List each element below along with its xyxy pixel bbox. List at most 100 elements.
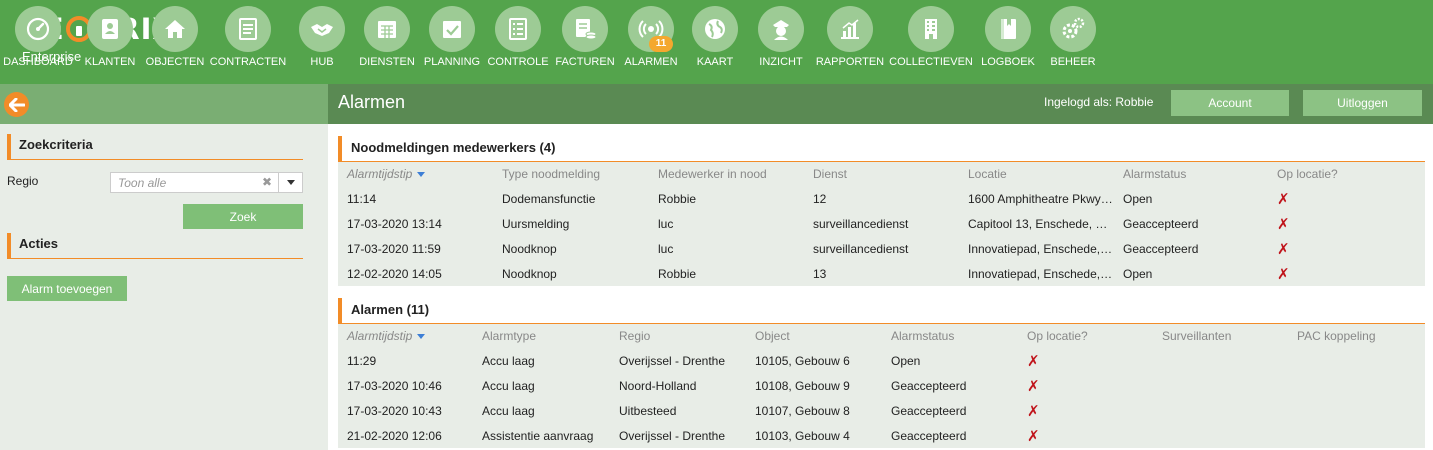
nav-item-controle[interactable]: CONTROLE — [487, 0, 549, 84]
table-cell: 10105, Gebouw 6 — [755, 353, 850, 368]
nav-item-kaart[interactable]: KAART — [685, 0, 745, 84]
nav-item-contracten[interactable]: CONTRACTEN — [210, 0, 286, 84]
gauge-icon — [15, 6, 61, 52]
nav-item-label: DIENSTEN — [359, 56, 415, 68]
back-button[interactable] — [4, 92, 29, 117]
table-row[interactable]: 21-02-2020 12:06 Assistentie aanvraag Over… — [338, 423, 1425, 448]
column-header[interactable]: Op locatie? — [1268, 162, 1425, 186]
column-header-sortable[interactable]: Alarmtijdstip — [338, 324, 473, 348]
table-cell: Robbie — [658, 266, 697, 281]
globe-icon — [692, 6, 738, 52]
not-on-location-icon: ✗ — [1027, 427, 1040, 445]
nav-item-klanten[interactable]: KLANTEN — [80, 0, 140, 84]
not-on-location-icon: ✗ — [1027, 377, 1040, 395]
checklist-icon — [495, 6, 541, 52]
sidebar: Zoekcriteria Regio Toon alle ✖ Zoek Acti… — [0, 84, 328, 450]
nav-item-logboek[interactable]: LOGBOEK — [978, 0, 1038, 84]
column-header[interactable]: Type noodmelding — [493, 162, 649, 186]
column-header[interactable]: PAC koppeling — [1288, 324, 1425, 348]
nav-item-label: FACTUREN — [555, 56, 615, 68]
table-row[interactable]: 17-03-2020 11:59 Noodknop luc surveillanced… — [338, 236, 1425, 261]
table-cell: Accu laag — [482, 378, 535, 393]
table-cell: Geaccepteerd — [1123, 216, 1199, 231]
not-on-location-icon: ✗ — [1277, 190, 1290, 208]
table-row[interactable]: 17-03-2020 13:14 Uursmelding luc surveillan… — [338, 211, 1425, 236]
nav-item-objecten[interactable]: OBJECTEN — [145, 0, 205, 84]
column-header[interactable]: Regio — [610, 324, 746, 348]
nav-item-label: KAART — [696, 56, 734, 68]
clear-icon[interactable]: ✖ — [262, 175, 272, 189]
column-header[interactable]: Object — [746, 324, 882, 348]
table-cell: Innovatiepad, Enschede,… — [968, 241, 1113, 256]
table-cell — [1153, 373, 1288, 398]
search-criteria-title: Zoekcriteria — [7, 134, 303, 160]
table-cell: Overijssel - Drenthe — [619, 428, 726, 443]
table-row[interactable]: 17-03-2020 10:46 Accu laag Noord-Holland 10… — [338, 373, 1425, 398]
column-header-sortable[interactable]: Alarmtijdstip — [338, 162, 493, 186]
table-cell: Geaccepteerd — [891, 378, 967, 393]
nav-item-label: ALARMEN — [624, 56, 678, 68]
table-cell: 21-02-2020 12:06 — [347, 428, 442, 443]
table-cell — [1153, 348, 1288, 373]
search-button[interactable]: Zoek — [183, 204, 303, 229]
table-cell: Noodknop — [502, 241, 557, 256]
not-on-location-icon: ✗ — [1277, 265, 1290, 283]
column-header[interactable]: Alarmtype — [473, 324, 610, 348]
table-cell: Geaccepteerd — [891, 403, 967, 418]
nav-item-dashboard[interactable]: DASHBOARD — [3, 0, 73, 84]
column-header-label: Alarmtijdstip — [347, 329, 413, 343]
page-header: Alarmen Ingelogd als: Robbie Account Uit… — [328, 84, 1433, 124]
table-cell: 12-02-2020 14:05 — [347, 266, 442, 281]
officer-icon — [758, 6, 804, 52]
nav-item-alarmen[interactable]: 11 ALARMEN — [621, 0, 681, 84]
nav-item-planning[interactable]: PLANNING — [422, 0, 482, 84]
table-cell: Noodknop — [502, 266, 557, 281]
nav-item-facturen[interactable]: FACTUREN — [555, 0, 615, 84]
table-row[interactable]: 11:14 Dodemansfunctie Robbie 12 1600 Amphith… — [338, 186, 1425, 211]
column-header[interactable]: Op locatie? — [1018, 324, 1153, 348]
nav-item-beheer[interactable]: BEHEER — [1043, 0, 1103, 84]
nav-item-label: BEHEER — [1050, 56, 1096, 68]
handshake-icon — [299, 6, 345, 52]
table-cell: Geaccepteerd — [1123, 241, 1199, 256]
table-cell: Assistentie aanvraag — [482, 428, 594, 443]
nav-item-label: PLANNING — [423, 56, 481, 68]
add-alarm-button[interactable]: Alarm toevoegen — [7, 276, 127, 301]
nav-item-hub[interactable]: HUB — [292, 0, 352, 84]
column-header[interactable]: Medewerker in nood — [649, 162, 804, 186]
table-cell: 17-03-2020 11:59 — [347, 241, 441, 256]
not-on-location-icon: ✗ — [1027, 352, 1040, 370]
column-header[interactable]: Alarmstatus — [1114, 162, 1268, 186]
column-header[interactable]: Dienst — [804, 162, 959, 186]
table-row[interactable]: 12-02-2020 14:05 Noodknop Robbie 13 Innovati… — [338, 261, 1425, 286]
table-row[interactable]: 11:29 Accu laag Overijssel - Drenthe 10105,… — [338, 348, 1425, 373]
logged-in-label: Ingelogd als: Robbie — [1044, 95, 1154, 109]
gears-icon — [1050, 6, 1096, 52]
regio-label: Regio — [7, 174, 39, 188]
chevron-down-icon[interactable] — [278, 173, 302, 192]
table-cell: Uursmelding — [502, 216, 570, 231]
table-cell: 10107, Gebouw 8 — [755, 403, 850, 418]
regio-select[interactable]: Toon alle ✖ — [110, 172, 303, 193]
table-header-row: Alarmtijdstip Type noodmelding Medewerker … — [338, 162, 1425, 186]
table-cell: Noord-Holland — [619, 378, 697, 393]
table-cell: Dodemansfunctie — [502, 191, 596, 206]
table-cell: Open — [891, 353, 921, 368]
column-header[interactable]: Locatie — [959, 162, 1114, 186]
table-cell: 10103, Gebouw 4 — [755, 428, 850, 443]
table-row[interactable]: 17-03-2020 10:43 Accu laag Uitbesteed 10107… — [338, 398, 1425, 423]
table-cell: 17-03-2020 10:46 — [347, 378, 442, 393]
nav-item-diensten[interactable]: DIENSTEN — [357, 0, 417, 84]
table-cell: Uitbesteed — [619, 403, 677, 418]
column-header[interactable]: Alarmstatus — [882, 324, 1018, 348]
column-header[interactable]: Surveillanten — [1153, 324, 1288, 348]
nav-item-label: COLLECTIEVEN — [889, 56, 973, 68]
table-cell: surveillancedienst — [813, 216, 909, 231]
logout-button[interactable]: Uitloggen — [1303, 90, 1422, 116]
table-cell — [1288, 373, 1425, 398]
account-button[interactable]: Account — [1171, 90, 1289, 116]
nav-item-inzicht[interactable]: INZICHT — [751, 0, 811, 84]
nav-item-label: CONTRACTEN — [209, 56, 287, 68]
nav-item-collectieven[interactable]: COLLECTIEVEN — [889, 0, 973, 84]
nav-item-rapporten[interactable]: RAPPORTEN — [816, 0, 884, 84]
